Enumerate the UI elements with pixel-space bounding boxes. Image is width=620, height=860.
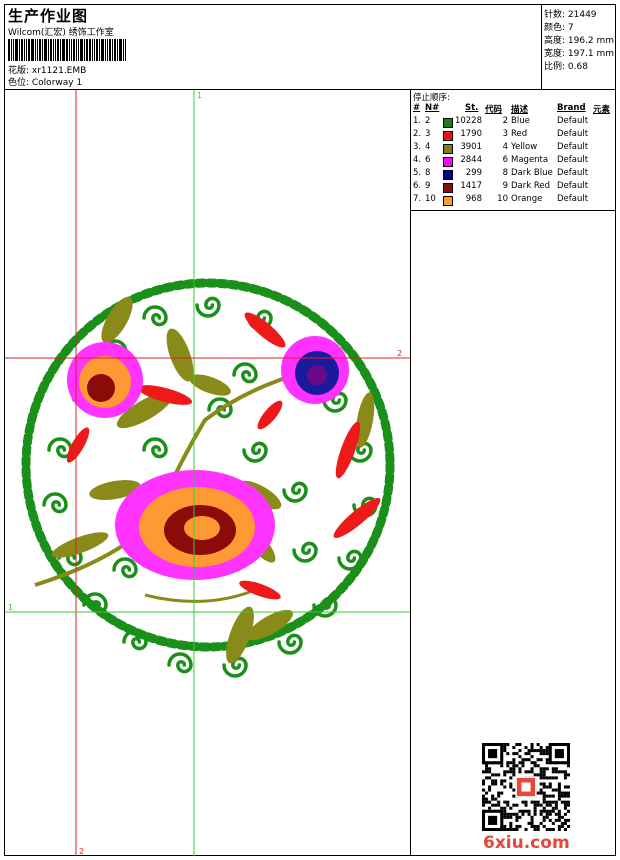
cell-st: 1417 xyxy=(460,181,482,191)
flower-top-right xyxy=(281,336,349,404)
cell-st: 968 xyxy=(465,194,482,204)
table-row: 7. 10 968 10 Orange Default xyxy=(411,194,615,207)
stat-scale: 比例: 0.68 xyxy=(544,62,588,72)
company-name: Wilcom(汇宏) 绣饰工作室 xyxy=(8,28,114,38)
design-stats: 针数: 21449 颜色: 7 高度: 196.2 mm 宽度: 197.1 m… xyxy=(542,5,615,89)
table-row: 6. 9 1417 9 Dark Red Default xyxy=(411,181,615,194)
watermark: 6xiu.com xyxy=(483,833,570,853)
cell-brand: Default xyxy=(557,168,589,178)
cell-code: 2 xyxy=(502,116,508,126)
cell-num: 1. xyxy=(413,116,422,126)
cell-desc: Orange xyxy=(511,194,543,204)
cell-code: 9 xyxy=(502,181,508,191)
guide-label-h2: 2 xyxy=(397,349,402,358)
cell-code: 6 xyxy=(502,155,508,165)
flower-center xyxy=(115,470,275,580)
guide-label-v2: 2 xyxy=(79,847,84,856)
stat-stitches: 针数: 21449 xyxy=(544,10,597,20)
header-info: 生产作业图 Wilcom(汇宏) 绣饰工作室 花版: xr1121.EMB 色位… xyxy=(5,5,542,89)
cell-num: 4. xyxy=(413,155,422,165)
col-brand: Brand xyxy=(557,103,586,113)
cell-brand: Default xyxy=(557,142,589,152)
cell-no: 6 xyxy=(425,155,431,165)
stat-width: 宽度: 197.1 mm xyxy=(544,49,615,59)
table-row: 5. 8 299 8 Dark Blue Default xyxy=(411,168,615,181)
color-swatch xyxy=(443,170,453,180)
qr-code xyxy=(482,743,570,831)
cell-desc: Dark Red xyxy=(511,181,551,191)
cell-num: 3. xyxy=(413,142,422,152)
col-elem: 元素 xyxy=(593,105,611,115)
cell-code: 3 xyxy=(502,129,508,139)
table-row: 2. 3 1790 3 Red Default xyxy=(411,129,615,142)
color-swatch xyxy=(443,157,453,167)
cell-brand: Default xyxy=(557,155,589,165)
stop-sequence-table: # N# St. 代码 描述 Brand 元素 1. 2 10228 2 Blue Def… xyxy=(411,102,615,211)
cell-brand: Default xyxy=(557,129,589,139)
stop-sequence-panel: 停止顺序: # N# St. 代码 描述 Brand 元素 1. 2 10228 2 B… xyxy=(411,90,615,856)
cell-desc: Red xyxy=(511,129,528,139)
cell-no: 10 xyxy=(425,194,436,204)
cell-brand: Default xyxy=(557,194,589,204)
col-num: # xyxy=(413,103,421,113)
cell-st: 299 xyxy=(465,168,482,178)
cell-desc: Yellow xyxy=(511,142,538,152)
barcode xyxy=(8,39,127,61)
table-row: 4. 6 2844 6 Magenta Default xyxy=(411,155,615,168)
guide-label-v1: 1 xyxy=(197,91,202,100)
col-no: N# xyxy=(425,103,440,113)
cell-st: 10228 xyxy=(454,116,482,126)
cell-no: 2 xyxy=(425,116,431,126)
embroidery-design: 1 2 1 2 xyxy=(5,90,410,856)
page-title: 生产作业图 xyxy=(8,7,89,25)
color-swatch xyxy=(443,196,453,206)
cell-num: 2. xyxy=(413,129,422,139)
cell-st: 1790 xyxy=(460,129,482,139)
cell-no: 4 xyxy=(425,142,431,152)
cell-num: 7. xyxy=(413,194,422,204)
cell-code: 8 xyxy=(502,168,508,178)
color-swatch xyxy=(443,144,453,154)
cell-desc: Magenta xyxy=(511,155,549,165)
production-sheet: 生产作业图 Wilcom(汇宏) 绣饰工作室 花版: xr1121.EMB 色位… xyxy=(4,4,616,856)
cell-code: 10 xyxy=(497,194,508,204)
cell-num: 6. xyxy=(413,181,422,191)
design-preview: 1 2 1 2 xyxy=(5,90,411,856)
header: 生产作业图 Wilcom(汇宏) 绣饰工作室 花版: xr1121.EMB 色位… xyxy=(5,5,615,90)
table-row: 3. 4 3901 4 Yellow Default xyxy=(411,142,615,155)
cell-no: 8 xyxy=(425,168,431,178)
cell-st: 2844 xyxy=(460,155,482,165)
cell-no: 9 xyxy=(425,181,431,191)
col-st: St. xyxy=(465,103,479,113)
col-code: 代码 xyxy=(485,105,503,115)
color-swatch xyxy=(443,118,453,128)
stat-height: 高度: 196.2 mm xyxy=(544,36,615,46)
cell-no: 3 xyxy=(425,129,431,139)
cell-desc: Blue xyxy=(511,116,530,126)
cell-brand: Default xyxy=(557,116,589,126)
color-swatch xyxy=(443,131,453,141)
flower-top-left xyxy=(67,342,143,418)
colorway-label: 色位: Colorway 1 xyxy=(8,78,83,88)
cell-code: 4 xyxy=(502,142,508,152)
cell-brand: Default xyxy=(557,181,589,191)
cell-st: 3901 xyxy=(460,142,482,152)
col-desc: 描述 xyxy=(511,105,529,115)
table-row: 1. 2 10228 2 Blue Default xyxy=(411,116,615,129)
cell-desc: Dark Blue xyxy=(511,168,553,178)
cell-num: 5. xyxy=(413,168,422,178)
stat-colors: 颜色: 7 xyxy=(544,23,574,33)
table-header: # N# St. 代码 描述 Brand 元素 xyxy=(411,103,615,116)
guide-label-h1: 1 xyxy=(8,603,13,612)
color-swatch xyxy=(443,183,453,193)
